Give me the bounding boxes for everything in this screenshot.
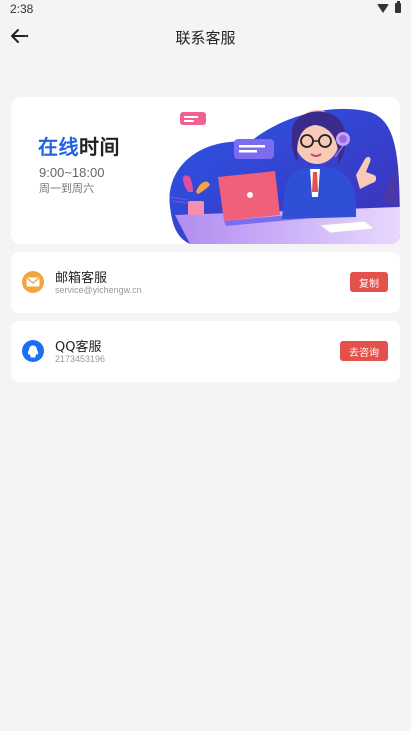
banner-title: 在线时间 bbox=[38, 131, 120, 160]
copy-email-button[interactable]: 复制 bbox=[350, 272, 388, 292]
page-title: 联系客服 bbox=[175, 29, 236, 47]
header: 联系客服 bbox=[0, 18, 411, 56]
status-time: 2:38 bbox=[10, 2, 34, 16]
customer-service-illustration bbox=[169, 108, 400, 244]
battery-icon bbox=[395, 1, 401, 13]
email-support-title: 邮箱客服 bbox=[55, 271, 108, 286]
banner-hours: 9:00~18:00 bbox=[39, 165, 105, 180]
qq-support-title: QQ客服 bbox=[55, 340, 102, 355]
online-hours-banner: 在线时间 9:00~18:00 周一到周六 bbox=[11, 97, 400, 244]
wifi-icon bbox=[377, 3, 389, 13]
banner-title-rest: 时间 bbox=[79, 135, 120, 159]
banner-title-accent: 在线 bbox=[38, 135, 79, 159]
banner-days: 周一到周六 bbox=[39, 182, 94, 195]
consult-qq-button[interactable]: 去咨询 bbox=[340, 341, 388, 361]
email-support-card: 邮箱客服 service@yichengw.cn 复制 bbox=[11, 252, 400, 313]
qq-support-card: QQ客服 2173453196 去咨询 bbox=[11, 321, 400, 382]
mail-icon bbox=[22, 271, 44, 293]
status-bar: 2:38 bbox=[0, 0, 411, 18]
qq-icon bbox=[22, 340, 44, 362]
email-address: service@yichengw.cn bbox=[55, 285, 142, 295]
status-icons bbox=[377, 1, 401, 13]
qq-number: 2173453196 bbox=[55, 354, 106, 364]
